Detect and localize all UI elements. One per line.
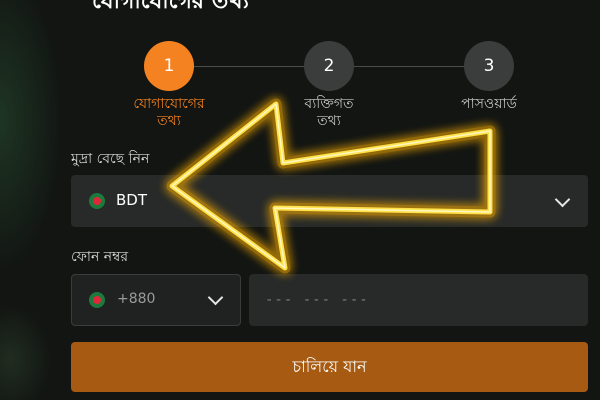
currency-label: মুদ্রা বেছে নিন bbox=[71, 151, 150, 167]
step-1-label-line1: যোগাযোগের bbox=[133, 96, 205, 112]
step-3-circle[interactable]: 3 bbox=[464, 41, 514, 91]
registration-modal: যোগাযোগের তথ্য 1 2 3 যোগাযোগের তথ্য ব্যক… bbox=[0, 0, 600, 400]
step-1-circle[interactable]: 1 bbox=[144, 41, 194, 91]
step-1-label: যোগাযোগের তথ্য bbox=[109, 96, 229, 130]
country-code-select[interactable]: +880 bbox=[71, 274, 241, 326]
country-code-value: +880 bbox=[117, 291, 156, 307]
phone-label: ফোন নম্বর bbox=[71, 249, 129, 265]
step-2-label-line1: ব্যক্তিগত bbox=[304, 96, 354, 112]
chevron-down-icon bbox=[554, 191, 571, 208]
step-2-label: ব্যক্তিগত তথ্য bbox=[269, 96, 389, 130]
step-3-label: পাসওয়ার্ড bbox=[429, 96, 549, 113]
continue-button[interactable]: চালিয়ে যান bbox=[71, 342, 588, 392]
step-2-circle[interactable]: 2 bbox=[304, 41, 354, 91]
step-connector bbox=[354, 66, 465, 67]
step-3-label-line1: পাসওয়ার্ড bbox=[461, 96, 517, 112]
step-connector bbox=[194, 66, 304, 67]
step-1-label-line2: তথ্য bbox=[157, 113, 181, 129]
chevron-down-icon bbox=[207, 289, 224, 306]
currency-value: BDT bbox=[116, 191, 148, 209]
step-2-label-line2: তথ্য bbox=[317, 113, 341, 129]
phone-input[interactable] bbox=[249, 274, 588, 326]
bangladesh-flag-icon bbox=[89, 292, 105, 308]
currency-select[interactable]: BDT bbox=[71, 175, 588, 227]
bangladesh-flag-icon bbox=[89, 193, 105, 209]
modal-title: যোগাযোগের তথ্য bbox=[92, 0, 249, 14]
